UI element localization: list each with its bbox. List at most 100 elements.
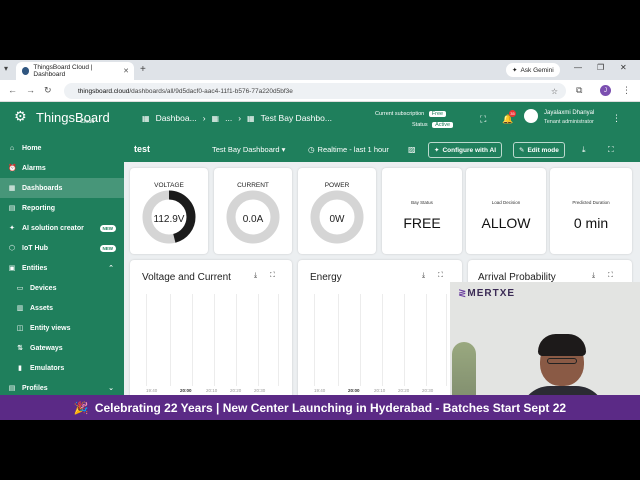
thingsboard-favicon-icon: [22, 67, 30, 75]
bay-status-label: Bay Status: [411, 200, 433, 205]
download-icon[interactable]: ⤓: [592, 272, 595, 280]
grid-line: [446, 294, 447, 386]
gemini-icon: ✦: [512, 67, 518, 74]
x-tick-label: 20:10: [206, 388, 218, 393]
grid-line: [278, 294, 279, 386]
report-icon: ▤: [8, 205, 16, 212]
tab-list-icon[interactable]: ▾: [4, 64, 8, 73]
ask-gemini-button[interactable]: ✦ Ask Gemini: [506, 63, 560, 77]
configure-with-ai-button[interactable]: ✦ Configure with AI: [428, 142, 503, 158]
breadcrumb: ▦ Dashboa... › ▦ ... › ▦ Test Bay Dashbo…: [142, 113, 332, 123]
home-icon: ⌂: [9, 144, 15, 152]
user-avatar-icon[interactable]: [524, 109, 538, 123]
predicted-duration-widget[interactable]: Predicted Duration 0 min: [550, 168, 632, 254]
sidebar-item-gateways[interactable]: ⇅ Gateways: [0, 338, 124, 358]
ask-gemini-label: Ask Gemini: [520, 66, 554, 74]
dashboard-state-title: test: [134, 144, 151, 154]
load-decision-widget[interactable]: Load Decision ALLOW: [466, 168, 546, 254]
browser-tab-bar: ▾ ThingsBoard Cloud | Dashboard ✕ + ✦ As…: [0, 60, 640, 80]
chart-title: Voltage and Current: [142, 272, 231, 283]
url-host: thingsboard.cloud: [78, 87, 130, 95]
dashboard-grid-icon: ▦: [247, 113, 255, 123]
sidebar-item-assets[interactable]: ▥ Assets: [0, 298, 124, 318]
glasses-shape: [547, 358, 577, 364]
browser-menu-icon[interactable]: ⋮: [622, 85, 631, 96]
fullscreen-icon[interactable]: ⛶: [608, 272, 613, 280]
subscription-label: Current subscription: [375, 111, 425, 117]
sidebar-item-emulators[interactable]: ▮ Emulators: [0, 358, 124, 378]
status-badge: Active: [432, 122, 454, 128]
status-label: Status: [412, 122, 428, 128]
minimize-icon[interactable]: —: [574, 63, 582, 72]
ai-sparkle-icon: ✦: [434, 147, 440, 154]
grid-line: [146, 294, 147, 386]
browser-tab[interactable]: ThingsBoard Cloud | Dashboard ✕: [16, 62, 134, 80]
sidebar-item-label: AI solution creator: [22, 224, 84, 232]
download-icon[interactable]: ⤓: [582, 145, 586, 155]
new-tab-icon[interactable]: +: [140, 64, 146, 75]
logo-subtitle: Cloud: [80, 119, 95, 125]
brand-logo: ≷MERTXE: [458, 288, 515, 299]
fullscreen-icon[interactable]: ⛶: [438, 272, 443, 280]
fullscreen-icon[interactable]: ⛶: [480, 114, 486, 125]
voltage-label: VOLTAGE: [154, 182, 184, 189]
sidebar-item-entity-views[interactable]: ◫ Entity views: [0, 318, 124, 338]
sidebar-item-label: Profiles: [22, 384, 48, 392]
sidebar-item-label: Entity views: [30, 324, 71, 332]
sidebar-item-ai-solution-creator[interactable]: ✦ AI solution creator NEW: [0, 218, 124, 238]
app-header: ⚙ ThingsBoard Cloud ▦ Dashboa... › ▦ ...…: [0, 102, 640, 138]
sidebar-item-label: Devices: [30, 284, 57, 292]
image-icon[interactable]: ▨: [408, 145, 416, 154]
more-options-icon[interactable]: ⋮: [612, 113, 621, 124]
sidebar-item-devices[interactable]: ▭ Devices: [0, 278, 124, 298]
close-window-icon[interactable]: ✕: [620, 63, 627, 72]
sidebar-item-label: Entities: [22, 264, 48, 272]
power-gauge-widget[interactable]: POWER 0W: [298, 168, 376, 254]
grid-line: [192, 294, 193, 386]
fullscreen-icon[interactable]: ⛶: [270, 272, 275, 280]
breadcrumb-group[interactable]: ...: [225, 113, 232, 123]
sidebar-item-home[interactable]: ⌂ Home: [0, 138, 124, 158]
reload-icon[interactable]: ↻: [44, 85, 52, 96]
power-label: POWER: [324, 182, 350, 189]
sidebar-item-iot-hub[interactable]: ⬡ IoT Hub NEW: [0, 238, 124, 258]
predicted-duration-value: 0 min: [573, 215, 609, 231]
breadcrumb-dashboards[interactable]: Dashboa...: [156, 113, 197, 123]
bookmark-star-icon[interactable]: ☆: [551, 87, 558, 96]
user-name[interactable]: Jayalaxmi Dhanyal: [544, 110, 594, 116]
url-field[interactable]: thingsboard.cloud /dashboards/all/9d5dac…: [64, 83, 566, 99]
forward-icon[interactable]: →: [26, 85, 35, 95]
bay-status-widget[interactable]: Bay Status FREE: [382, 168, 462, 254]
edit-mode-label: Edit mode: [527, 146, 559, 154]
entities-icon: ▣: [8, 265, 16, 272]
x-tick-label: 19:40: [314, 388, 326, 393]
sidebar-item-reporting[interactable]: ▤ Reporting: [0, 198, 124, 218]
breadcrumb-separator-icon: ›: [238, 113, 242, 123]
sidebar-item-entities[interactable]: ▣ Entities ⌃: [0, 258, 124, 278]
edit-mode-button[interactable]: ✎ Edit mode: [513, 142, 565, 158]
expand-icon[interactable]: ⛶: [608, 145, 614, 155]
time-window-button[interactable]: ◷ Realtime - last 1 hour: [308, 145, 389, 154]
grid-line: [258, 294, 259, 386]
grid-line: [338, 294, 339, 386]
back-icon[interactable]: ←: [8, 85, 17, 95]
sidebar-item-label: Dashboards: [22, 184, 63, 192]
voltage-gauge-widget[interactable]: VOLTAGE 112.9V: [130, 168, 208, 254]
maximize-icon[interactable]: ❐: [597, 63, 604, 72]
close-tab-icon[interactable]: ✕: [123, 67, 129, 75]
download-icon[interactable]: ⤓: [422, 272, 425, 280]
profile-avatar[interactable]: J: [600, 85, 611, 96]
x-tick-label: 20:20: [398, 388, 410, 393]
sidebar-item-alarms[interactable]: ⏰ Alarms: [0, 158, 124, 178]
dashboard-grid-icon: ▦: [142, 113, 150, 123]
dashboard-select[interactable]: Test Bay Dashboard ▾: [212, 145, 285, 154]
thingsboard-logo[interactable]: ⚙ ThingsBoard: [14, 108, 110, 126]
download-icon[interactable]: ⤓: [254, 272, 257, 280]
current-gauge-widget[interactable]: CURRENT 0.0A: [214, 168, 292, 254]
extensions-icon[interactable]: ⧉: [576, 85, 582, 96]
person-hair: [538, 334, 586, 356]
brand-mark-icon: ≷: [458, 288, 468, 299]
address-bar-row: ← → ↻ thingsboard.cloud /dashboards/all/…: [0, 80, 640, 102]
sidebar-item-dashboards[interactable]: ▦ Dashboards: [0, 178, 124, 198]
sidebar-item-label: Home: [22, 144, 42, 152]
